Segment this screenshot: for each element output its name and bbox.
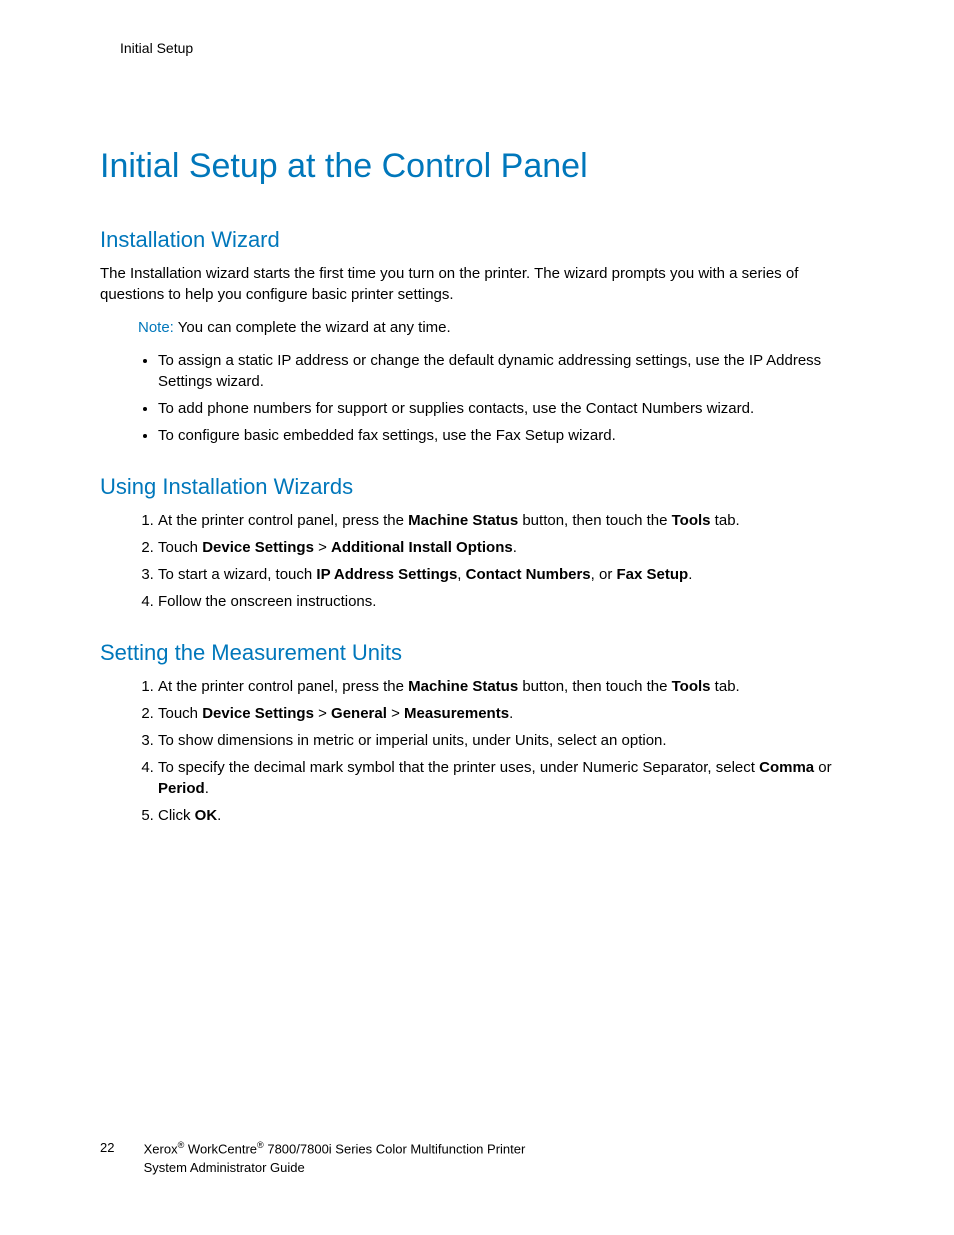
note-text: You can complete the wizard at any time. xyxy=(174,319,451,336)
section1-bullet-list: To assign a static IP address or change … xyxy=(100,350,854,446)
bold-term: Device Settings xyxy=(202,539,314,556)
step-text: To show dimensions in metric or imperial… xyxy=(158,732,667,749)
bold-term: OK xyxy=(195,807,218,824)
step-text: . xyxy=(217,807,221,824)
list-item: To show dimensions in metric or imperial… xyxy=(158,730,854,751)
bold-term: Tools xyxy=(672,512,711,529)
running-header: Initial Setup xyxy=(100,40,854,56)
list-item: Touch Device Settings > General > Measur… xyxy=(158,703,854,724)
step-text: . xyxy=(688,566,692,583)
list-item: To add phone numbers for support or supp… xyxy=(158,398,854,419)
bold-term: Tools xyxy=(672,678,711,695)
bold-term: General xyxy=(331,705,387,722)
section-heading-measurement-units: Setting the Measurement Units xyxy=(100,640,854,666)
section1-paragraph: The Installation wizard starts the first… xyxy=(100,263,854,305)
bold-term: Additional Install Options xyxy=(331,539,513,556)
bold-term: Contact Numbers xyxy=(466,566,591,583)
section-heading-installation-wizard: Installation Wizard xyxy=(100,227,854,253)
footer-brand: WorkCentre xyxy=(184,1142,257,1157)
footer-guide: System Administrator Guide xyxy=(144,1160,305,1175)
section3-steps: At the printer control panel, press the … xyxy=(100,676,854,826)
footer-brand: Xerox xyxy=(144,1142,178,1157)
list-item: To assign a static IP address or change … xyxy=(158,350,854,392)
step-text: Follow the onscreen instructions. xyxy=(158,593,376,610)
step-text: , xyxy=(457,566,465,583)
step-text: > xyxy=(314,539,331,556)
bold-term: Machine Status xyxy=(408,678,518,695)
list-item: To specify the decimal mark symbol that … xyxy=(158,757,854,799)
step-text: Touch xyxy=(158,705,202,722)
step-text: button, then touch the xyxy=(518,678,671,695)
page: Initial Setup Initial Setup at the Contr… xyxy=(0,0,954,1235)
list-item: Touch Device Settings > Additional Insta… xyxy=(158,537,854,558)
bold-term: IP Address Settings xyxy=(316,566,457,583)
bold-term: Device Settings xyxy=(202,705,314,722)
step-text: button, then touch the xyxy=(518,512,671,529)
step-text: . xyxy=(509,705,513,722)
note-line: Note: You can complete the wizard at any… xyxy=(138,317,854,338)
step-text: Click xyxy=(158,807,195,824)
step-text: tab. xyxy=(711,678,740,695)
list-item: Follow the onscreen instructions. xyxy=(158,591,854,612)
step-text: . xyxy=(205,780,209,797)
step-text: > xyxy=(387,705,404,722)
registered-icon: ® xyxy=(257,1140,264,1150)
step-text: tab. xyxy=(711,512,740,529)
list-item: To start a wizard, touch IP Address Sett… xyxy=(158,564,854,585)
list-item: To configure basic embedded fax settings… xyxy=(158,425,854,446)
bold-term: Fax Setup xyxy=(617,566,689,583)
bold-term: Comma xyxy=(759,759,814,776)
footer-product: 7800/7800i Series Color Multifunction Pr… xyxy=(264,1142,526,1157)
bold-term: Period xyxy=(158,780,205,797)
bold-term: Measurements xyxy=(404,705,509,722)
page-title: Initial Setup at the Control Panel xyxy=(100,146,854,187)
list-item: At the printer control panel, press the … xyxy=(158,510,854,531)
step-text: , or xyxy=(591,566,617,583)
section-heading-using-wizards: Using Installation Wizards xyxy=(100,474,854,500)
note-label: Note: xyxy=(138,319,174,336)
step-text: Touch xyxy=(158,539,202,556)
step-text: or xyxy=(814,759,832,776)
list-item: At the printer control panel, press the … xyxy=(158,676,854,697)
list-item: Click OK. xyxy=(158,805,854,826)
step-text: At the printer control panel, press the xyxy=(158,512,408,529)
step-text: > xyxy=(314,705,331,722)
footer-text: Xerox® WorkCentre® 7800/7800i Series Col… xyxy=(144,1139,526,1177)
step-text: . xyxy=(513,539,517,556)
step-text: To start a wizard, touch xyxy=(158,566,316,583)
step-text: At the printer control panel, press the xyxy=(158,678,408,695)
page-footer: 22 Xerox® WorkCentre® 7800/7800i Series … xyxy=(100,1139,854,1177)
section2-steps: At the printer control panel, press the … xyxy=(100,510,854,612)
step-text: To specify the decimal mark symbol that … xyxy=(158,759,759,776)
page-number: 22 xyxy=(100,1139,140,1157)
bold-term: Machine Status xyxy=(408,512,518,529)
